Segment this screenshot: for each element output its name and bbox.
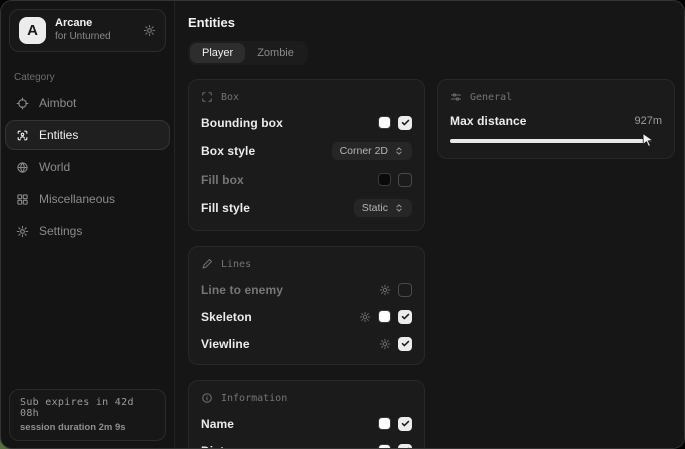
name-checkbox[interactable] [398, 417, 412, 431]
info-icon [201, 392, 213, 404]
section-title: General [470, 92, 512, 103]
general-section: General Max distance 927m [437, 79, 675, 159]
fill-box-checkbox[interactable] [398, 173, 412, 187]
scan-person-icon [16, 129, 29, 142]
setting-label: Line to enemy [201, 283, 283, 297]
entity-tabs: Player Zombie [188, 41, 308, 65]
skeleton-checkbox[interactable] [398, 310, 412, 324]
sidebar: A Arcane for Unturned Category Aimbot [1, 1, 175, 448]
setting-label: Distance [201, 444, 252, 449]
setting-row-line-to-enemy: Line to enemy [201, 282, 412, 297]
bounding-box-checkbox[interactable] [398, 116, 412, 130]
section-title: Box [221, 92, 239, 103]
main-panel: Entities Player Zombie Box Bounding box [175, 1, 685, 448]
app-logo: A [19, 17, 46, 44]
sidebar-item-miscellaneous[interactable]: Miscellaneous [5, 184, 170, 214]
gear-icon [16, 225, 29, 238]
setting-label: Box style [201, 144, 255, 158]
sidebar-item-label: Miscellaneous [39, 192, 115, 206]
settings-gear-icon[interactable] [143, 24, 156, 37]
sidebar-item-aimbot[interactable]: Aimbot [5, 88, 170, 118]
setting-row-box-style: Box style Corner 2D [201, 142, 412, 160]
color-swatch[interactable] [378, 417, 391, 430]
chevron-up-down-icon [394, 203, 404, 213]
dropdown-value: Corner 2D [340, 145, 388, 157]
fill-style-dropdown[interactable]: Static [354, 199, 412, 217]
sidebar-item-settings[interactable]: Settings [5, 216, 170, 246]
sidebar-item-label: Aimbot [39, 96, 76, 110]
sidebar-item-label: Entities [39, 128, 78, 142]
sidebar-item-label: Settings [39, 224, 82, 238]
box-corners-icon [201, 91, 213, 103]
max-distance-slider[interactable] [450, 137, 662, 145]
dropdown-value: Static [362, 202, 388, 214]
section-title: Information [221, 393, 287, 404]
color-swatch[interactable] [378, 310, 391, 323]
page-title: Entities [188, 15, 675, 30]
viewline-gear-icon[interactable] [379, 338, 391, 350]
viewline-checkbox[interactable] [398, 337, 412, 351]
app-name: Arcane [55, 17, 134, 31]
setting-label: Bounding box [201, 116, 283, 130]
distance-checkbox[interactable] [398, 444, 412, 449]
color-swatch[interactable] [378, 444, 391, 449]
setting-row-bounding-box: Bounding box [201, 115, 412, 130]
setting-label: Skeleton [201, 310, 252, 324]
line-to-enemy-checkbox[interactable] [398, 283, 412, 297]
sub-expires-text: Sub expires in 42d 08h [20, 397, 155, 419]
information-section: Information Name Distance [188, 380, 425, 449]
tab-player[interactable]: Player [190, 43, 245, 63]
app-subtitle: for Unturned [55, 31, 134, 44]
setting-label: Fill style [201, 201, 250, 215]
grid-icon [16, 193, 29, 206]
sidebar-item-label: World [39, 160, 70, 174]
sidebar-nav: Aimbot Entities World Miscellaneous [1, 87, 174, 247]
mouse-cursor [642, 133, 654, 147]
setting-label: Name [201, 417, 234, 431]
brand-card: A Arcane for Unturned [9, 9, 166, 52]
subscription-card: Sub expires in 42d 08h session duration … [9, 389, 166, 441]
section-title: Lines [221, 259, 251, 270]
setting-row-name: Name [201, 416, 412, 431]
tab-zombie[interactable]: Zombie [245, 43, 306, 63]
box-style-dropdown[interactable]: Corner 2D [332, 142, 412, 160]
setting-row-fill-box: Fill box [201, 172, 412, 187]
sliders-icon [450, 91, 462, 103]
sidebar-item-world[interactable]: World [5, 152, 170, 182]
arcane-window: A Arcane for Unturned Category Aimbot [0, 0, 685, 449]
skeleton-gear-icon[interactable] [359, 311, 371, 323]
setting-label: Fill box [201, 173, 244, 187]
setting-row-distance: Distance [201, 443, 412, 449]
setting-row-viewline: Viewline [201, 336, 412, 351]
category-label: Category [14, 72, 174, 83]
max-distance-value: 927m [634, 115, 662, 127]
color-swatch[interactable] [378, 116, 391, 129]
setting-label: Max distance [450, 114, 527, 128]
line-to-enemy-gear-icon[interactable] [379, 284, 391, 296]
pencil-line-icon [201, 258, 213, 270]
lines-section: Lines Line to enemy Skeleton [188, 246, 425, 365]
setting-label: Viewline [201, 337, 250, 351]
color-swatch[interactable] [378, 173, 391, 186]
slider-fill[interactable] [450, 139, 645, 143]
setting-row-fill-style: Fill style Static [201, 199, 412, 217]
sidebar-item-entities[interactable]: Entities [5, 120, 170, 150]
session-duration-text: session duration 2m 9s [20, 422, 155, 433]
setting-row-skeleton: Skeleton [201, 309, 412, 324]
crosshair-icon [16, 97, 29, 110]
box-section: Box Bounding box Box style [188, 79, 425, 231]
chevron-up-down-icon [394, 146, 404, 156]
globe-icon [16, 161, 29, 174]
